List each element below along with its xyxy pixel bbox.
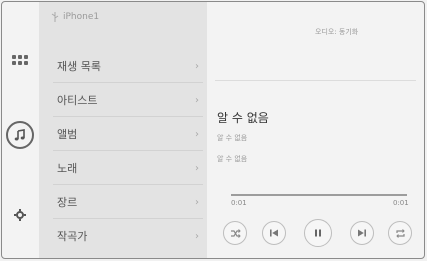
source-label: iPhone1 <box>63 12 100 22</box>
audio-screen: iPhone1 재생 목록 › 아티스트 › 앨범 › 노래 › 장르 › 작곡… <box>1 1 425 259</box>
menu-item-label: 아티스트 <box>57 94 98 107</box>
music-source-button[interactable] <box>2 120 38 150</box>
menu-item-artist[interactable]: 아티스트 › <box>39 83 207 117</box>
repeat-button[interactable] <box>388 221 412 245</box>
chevron-right-icon: › <box>195 196 199 208</box>
chevron-right-icon: › <box>195 128 199 140</box>
menu-item-label: 장르 <box>57 196 78 209</box>
music-note-icon <box>6 121 34 149</box>
chevron-right-icon: › <box>195 230 199 242</box>
menu-item-label: 노래 <box>57 162 78 175</box>
left-rail <box>2 2 38 258</box>
browse-menu: iPhone1 재생 목록 › 아티스트 › 앨범 › 노래 › 장르 › 작곡… <box>39 2 207 258</box>
menu-item-song[interactable]: 노래 › <box>39 151 207 185</box>
next-track-button[interactable] <box>350 221 374 245</box>
pause-button[interactable] <box>304 219 332 247</box>
total-time: 0:01 <box>393 199 409 207</box>
previous-track-icon <box>270 229 278 237</box>
chevron-right-icon: › <box>195 60 199 72</box>
now-playing-panel: 오디오: 동기화 알 수 없음 알 수 없음 알 수 없음 0:01 0:01 <box>207 2 424 258</box>
chevron-right-icon: › <box>195 94 199 106</box>
repeat-icon <box>395 228 405 238</box>
chevron-right-icon: › <box>195 162 199 174</box>
shuffle-icon <box>230 228 241 238</box>
menu-item-label: 재생 목록 <box>57 60 101 73</box>
audio-mode-label: 오디오: 동기화 <box>315 28 359 36</box>
next-track-icon <box>358 229 366 237</box>
elapsed-time: 0:01 <box>231 199 247 207</box>
menu-item-album[interactable]: 앨범 › <box>39 117 207 151</box>
track-title: 알 수 없음 <box>217 111 269 125</box>
menu-item-genre[interactable]: 장르 › <box>39 185 207 219</box>
progress-fill <box>231 194 407 196</box>
menu-item-label: 작곡가 <box>57 230 88 243</box>
shuffle-button[interactable] <box>223 221 247 245</box>
previous-track-button[interactable] <box>262 221 286 245</box>
album-name: 알 수 없음 <box>217 155 248 163</box>
menu-item-playlist[interactable]: 재생 목록 › <box>39 49 207 83</box>
progress-bar[interactable] <box>231 194 407 196</box>
artist-name: 알 수 없음 <box>217 134 248 142</box>
menu-item-composer[interactable]: 작곡가 › <box>39 219 207 253</box>
settings-icon[interactable] <box>2 205 38 225</box>
apps-grid-icon[interactable] <box>2 50 38 70</box>
source-header: iPhone1 <box>51 12 99 22</box>
menu-item-label: 앨범 <box>57 128 78 141</box>
divider <box>215 80 416 81</box>
pause-icon <box>315 229 321 237</box>
usb-icon <box>51 12 59 22</box>
